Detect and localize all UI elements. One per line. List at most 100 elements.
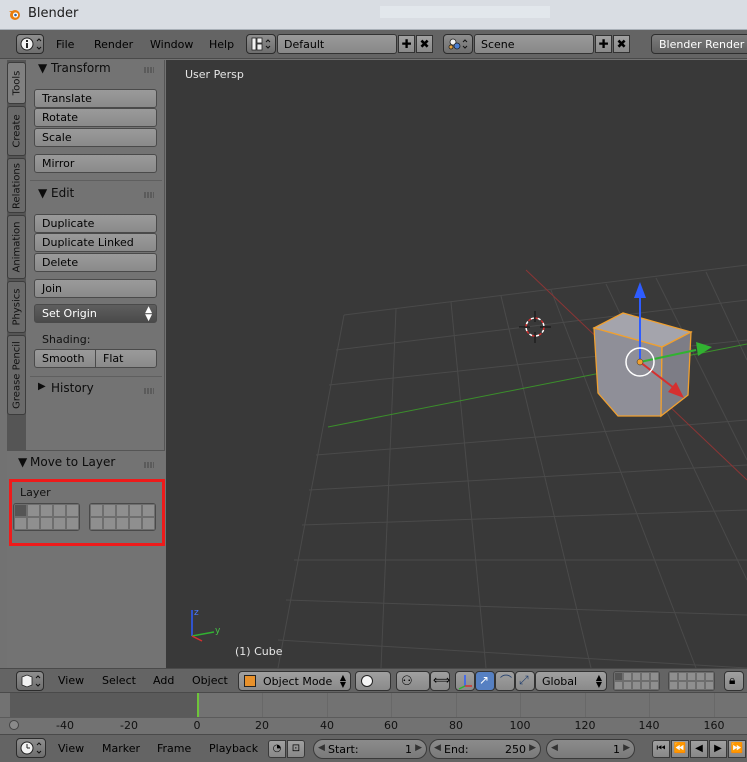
layer-toggle[interactable] — [623, 672, 632, 681]
layer-toggle[interactable] — [623, 681, 632, 690]
duplicate-button[interactable]: Duplicate — [34, 214, 157, 233]
layer-toggle[interactable] — [632, 681, 641, 690]
translate-button[interactable]: Translate — [34, 89, 157, 108]
rotate-mode-toggle[interactable]: ⌒ — [495, 671, 515, 691]
jump-prev-keyframe-button[interactable]: ⏪ — [671, 740, 689, 758]
tab-physics[interactable]: Physics — [7, 281, 26, 333]
layer-toggle[interactable] — [705, 681, 714, 690]
mirror-button[interactable]: Mirror — [34, 154, 157, 173]
menu-add[interactable]: Add — [153, 674, 174, 687]
menu-select[interactable]: Select — [102, 674, 136, 687]
play-reverse-button[interactable]: ◀ — [690, 740, 708, 758]
panel-grip-icon[interactable] — [144, 388, 154, 394]
layer-toggle[interactable] — [687, 681, 696, 690]
layer-toggle[interactable] — [669, 672, 678, 681]
editor-type-button[interactable] — [16, 34, 44, 54]
decrement-arrow-icon[interactable]: ◀ — [551, 743, 558, 753]
manipulator-toggle[interactable]: ⟺ — [430, 671, 450, 691]
panel-toggle-icon[interactable]: ▼ — [38, 61, 47, 75]
render-engine-select[interactable]: Blender Render — [651, 34, 747, 54]
menu-view[interactable]: View — [58, 674, 84, 687]
tab-create[interactable]: Create — [7, 106, 26, 156]
add-scene-button[interactable]: ✚ — [595, 35, 612, 53]
translate-mode-toggle[interactable]: ↗ — [475, 671, 495, 691]
menu-frame[interactable]: Frame — [157, 742, 191, 755]
duplicate-linked-button[interactable]: Duplicate Linked — [34, 233, 157, 252]
translate-manipulator-toggle[interactable] — [455, 671, 475, 691]
layer-toggle[interactable] — [614, 681, 623, 690]
rotate-button[interactable]: Rotate — [34, 108, 157, 127]
layer-toggle[interactable] — [641, 672, 650, 681]
use-preview-range-toggle[interactable]: ◔ — [268, 740, 286, 758]
join-button[interactable]: Join — [34, 279, 157, 298]
timeline-area[interactable]: -40 -20 0 20 40 60 80 100 120 140 160 — [0, 692, 747, 735]
remove-screen-button[interactable]: ✖ — [416, 35, 433, 53]
decrement-arrow-icon[interactable]: ◀ — [434, 743, 441, 753]
layer-toggle[interactable] — [678, 681, 687, 690]
add-screen-button[interactable]: ✚ — [398, 35, 415, 53]
menu-file[interactable]: File — [56, 38, 74, 51]
view-layers-right[interactable] — [668, 671, 715, 691]
lock-range-toggle[interactable]: ⊡ — [287, 740, 305, 758]
end-frame-field[interactable]: ◀ End: 250 ▶ — [429, 739, 541, 759]
viewport-shading-select[interactable] — [355, 671, 391, 691]
tab-grease-pencil[interactable]: Grease Pencil — [7, 335, 26, 415]
tab-relations[interactable]: Relations — [7, 158, 26, 213]
screen-layout-field[interactable]: Default — [277, 34, 397, 54]
increment-arrow-icon[interactable]: ▶ — [415, 743, 422, 753]
delete-button[interactable]: Delete — [34, 253, 157, 272]
menu-marker[interactable]: Marker — [102, 742, 140, 755]
interaction-mode-select[interactable]: Object Mode ▲ ▼ — [238, 671, 351, 691]
decrement-arrow-icon[interactable]: ◀ — [318, 743, 325, 753]
scene-field[interactable]: Scene — [474, 34, 594, 54]
current-frame-marker[interactable] — [197, 693, 199, 717]
scale-mode-toggle[interactable]: ⤢ — [515, 671, 535, 691]
layer-toggle[interactable] — [696, 681, 705, 690]
increment-arrow-icon[interactable]: ▶ — [529, 743, 536, 753]
layer-toggle[interactable] — [650, 681, 659, 690]
scroll-handle[interactable] — [9, 720, 19, 730]
layer-toggle[interactable] — [669, 681, 678, 690]
layer-toggle[interactable] — [705, 672, 714, 681]
layer-toggle[interactable] — [687, 672, 696, 681]
panel-grip-icon[interactable] — [144, 462, 154, 468]
layer-toggle[interactable] — [614, 672, 623, 681]
layer-toggle[interactable] — [650, 672, 659, 681]
editor-type-button[interactable] — [16, 738, 46, 758]
menu-view[interactable]: View — [58, 742, 84, 755]
start-frame-field[interactable]: ◀ Start: 1 ▶ — [313, 739, 427, 759]
panel-grip-icon[interactable] — [144, 67, 154, 73]
menu-playback[interactable]: Playback — [209, 742, 258, 755]
tab-animation[interactable]: Animation — [7, 215, 26, 279]
menu-object[interactable]: Object — [192, 674, 228, 687]
jump-to-start-button[interactable]: ⏮ — [652, 740, 670, 758]
play-button[interactable]: ▶ — [709, 740, 727, 758]
layer-toggle[interactable] — [641, 681, 650, 690]
transform-orientation-select[interactable]: Global ▲ ▼ — [535, 671, 607, 691]
increment-arrow-icon[interactable]: ▶ — [623, 743, 630, 753]
menu-help[interactable]: Help — [209, 38, 234, 51]
layer-toggle[interactable] — [696, 672, 705, 681]
layer-toggle[interactable] — [632, 672, 641, 681]
panel-toggle-icon[interactable]: ▼ — [18, 455, 27, 469]
scene-browse-button[interactable] — [443, 34, 473, 54]
current-frame-field[interactable]: ◀ 1 ▶ — [546, 739, 635, 759]
jump-next-keyframe-button[interactable]: ⏩ — [728, 740, 746, 758]
move-to-layer-title[interactable]: Move to Layer — [30, 455, 115, 469]
menu-render[interactable]: Render — [94, 38, 133, 51]
pivot-point-select[interactable]: ⚇ — [396, 671, 430, 691]
view-layers-left[interactable] — [613, 671, 660, 691]
smooth-button[interactable]: Smooth — [34, 349, 96, 368]
panel-grip-icon[interactable] — [144, 192, 154, 198]
remove-scene-button[interactable]: ✖ — [613, 35, 630, 53]
history-panel-title[interactable]: History — [51, 381, 94, 395]
scale-button[interactable]: Scale — [34, 128, 157, 147]
set-origin-dropdown[interactable]: Set Origin ▲ ▼ — [34, 304, 157, 323]
layer-toggle[interactable] — [678, 672, 687, 681]
menu-window[interactable]: Window — [150, 38, 193, 51]
lock-layers-toggle[interactable]: 🔒︎ — [724, 671, 744, 691]
flat-button[interactable]: Flat — [95, 349, 157, 368]
panel-expand-icon[interactable]: ▶ — [38, 381, 46, 392]
panel-toggle-icon[interactable]: ▼ — [38, 186, 47, 200]
3d-viewport[interactable]: z y User Persp (1) Cube — [166, 60, 747, 668]
